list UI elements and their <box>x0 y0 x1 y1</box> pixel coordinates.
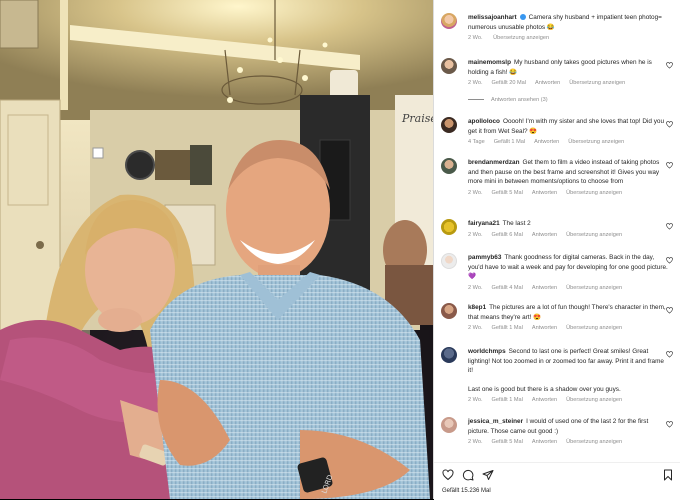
translate-link[interactable]: Übersetzung anzeigen <box>566 325 622 331</box>
avatar[interactable] <box>441 117 457 133</box>
translate-link[interactable]: Übersetzung anzeigen <box>569 80 625 86</box>
comment-time[interactable]: 2 Wo. <box>468 397 483 403</box>
comment-time[interactable]: 2 Wo. <box>468 285 483 291</box>
view-replies-button[interactable]: Antworten ansehen (3) <box>468 97 548 103</box>
comment-time[interactable]: 2 Wo. <box>468 439 483 445</box>
comment-text: The last 2 <box>502 220 531 227</box>
likes-count[interactable]: Gefällt 15.236 Mal <box>442 488 491 494</box>
comment-likes[interactable]: Gefällt 1 Mal <box>494 139 525 145</box>
comment-time[interactable]: 2 Wo. <box>468 80 483 86</box>
comment-likes[interactable]: Gefällt 6 Mal <box>492 232 523 238</box>
translate-link[interactable]: Übersetzung anzeigen <box>566 397 622 403</box>
heart-icon[interactable] <box>666 223 673 230</box>
avatar[interactable] <box>441 253 457 269</box>
translate-link[interactable]: Übersetzung anzeigen <box>566 439 622 445</box>
comment-username[interactable]: mainemomslp <box>468 59 511 66</box>
translate-link[interactable]: Übersetzung anzeigen <box>566 190 622 196</box>
bookmark-icon[interactable] <box>662 469 674 481</box>
comment-likes[interactable]: Gefällt 20 Mal <box>492 80 527 86</box>
avatar[interactable] <box>441 158 457 174</box>
comment-time[interactable]: 4 Tage <box>468 139 485 145</box>
avatar[interactable] <box>441 13 457 29</box>
heart-icon[interactable] <box>666 121 673 128</box>
comment-likes[interactable]: Gefällt 4 Mal <box>492 285 523 291</box>
post-photo: Praise LORD <box>0 0 433 499</box>
comment-text: The pictures are a lot of fun though! Th… <box>468 304 666 321</box>
comment-username[interactable]: fairyana21 <box>468 220 500 227</box>
reply-button[interactable]: Antworten <box>532 397 557 403</box>
comment-username[interactable]: k8ep1 <box>468 304 486 311</box>
translate-link[interactable]: Übersetzung anzeigen <box>566 285 622 291</box>
comment-icon[interactable] <box>462 469 474 481</box>
heart-icon[interactable] <box>666 62 673 69</box>
translate-link[interactable]: Übersetzung anzeigen <box>568 139 624 145</box>
reply-button[interactable]: Antworten <box>532 325 557 331</box>
comment-time[interactable]: 2 Wo. <box>468 232 483 238</box>
heart-icon[interactable] <box>666 421 673 428</box>
comment-likes[interactable]: Gefällt 1 Mal <box>492 397 523 403</box>
comment-username[interactable]: jessica_m_steiner <box>468 418 523 425</box>
reply-button[interactable]: Antworten <box>532 232 557 238</box>
avatar[interactable] <box>441 303 457 319</box>
share-icon[interactable] <box>482 469 494 481</box>
sign-text: Praise <box>401 112 433 125</box>
comment-likes[interactable]: Gefällt 5 Mal <box>492 190 523 196</box>
post-actions: Gefällt 15.236 Mal <box>434 462 680 500</box>
avatar[interactable] <box>441 417 457 433</box>
caption-translate-link[interactable]: Übersetzung anzeigen <box>493 35 549 41</box>
comment-username[interactable]: worldchmps <box>468 348 506 355</box>
verified-badge-icon <box>519 13 526 20</box>
reply-button[interactable]: Antworten <box>535 80 560 86</box>
heart-icon[interactable] <box>666 257 673 264</box>
reply-button[interactable]: Antworten <box>532 439 557 445</box>
caption-time[interactable]: 2 Wo. <box>468 35 483 41</box>
translate-link[interactable]: Übersetzung anzeigen <box>566 232 622 238</box>
reply-button[interactable]: Antworten <box>532 190 557 196</box>
reply-button[interactable]: Antworten <box>532 285 557 291</box>
comment-text-continued: Last one is good but there is a shadow o… <box>468 385 621 393</box>
like-heart-icon[interactable] <box>442 469 454 481</box>
comment-username[interactable]: apolloloco <box>468 118 500 125</box>
comments-list[interactable]: melissajoanhart Camera shy husband + impa… <box>434 0 680 462</box>
comment-time[interactable]: 2 Wo. <box>468 190 483 196</box>
comments-panel: melissajoanhart Camera shy husband + impa… <box>433 0 680 500</box>
photo-illustration: Praise LORD <box>0 0 433 499</box>
comment-likes[interactable]: Gefällt 1 Mal <box>492 325 523 331</box>
caption-username[interactable]: melissajoanhart <box>468 14 517 21</box>
heart-icon[interactable] <box>666 162 673 169</box>
avatar[interactable] <box>441 58 457 74</box>
comment-time[interactable]: 2 Wo. <box>468 325 483 331</box>
comment-likes[interactable]: Gefällt 5 Mal <box>492 439 523 445</box>
comment-username[interactable]: brendanmerdzan <box>468 159 520 166</box>
avatar[interactable] <box>441 347 457 363</box>
heart-icon[interactable] <box>666 351 673 358</box>
avatar[interactable] <box>441 219 457 235</box>
reply-button[interactable]: Antworten <box>534 139 559 145</box>
comment-username[interactable]: pammyb63 <box>468 254 501 261</box>
heart-icon[interactable] <box>666 307 673 314</box>
